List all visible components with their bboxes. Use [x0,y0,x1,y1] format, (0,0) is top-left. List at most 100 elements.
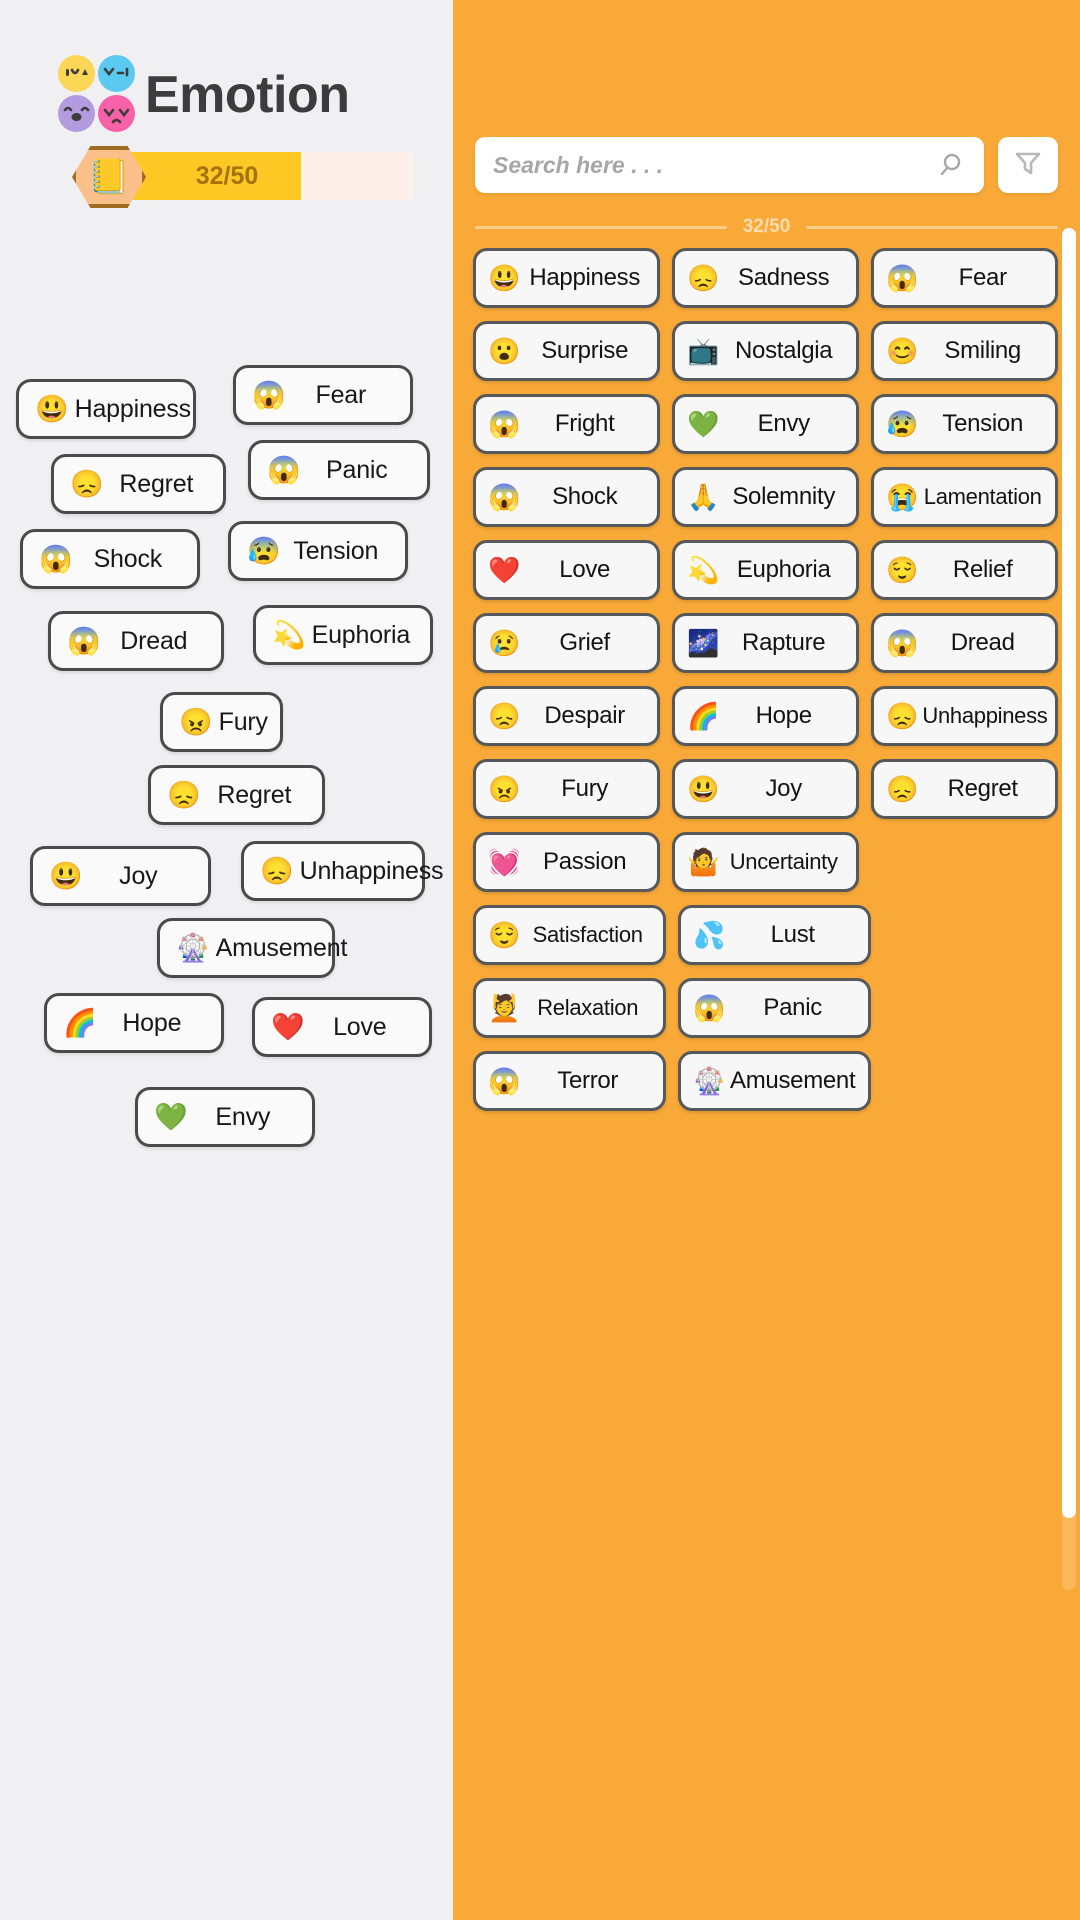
grid-emotion-card[interactable]: 😱 Dread [871,613,1058,673]
canvas-emotion-card[interactable]: 😱 Panic [248,440,430,500]
emotion-label: Joy [119,861,158,890]
scrollbar-thumb[interactable] [1062,228,1076,1518]
emotion-label: Satisfaction [532,922,643,947]
logo-face-purple-icon [58,95,95,132]
grid-emotion-card[interactable]: 💦 Lust [678,905,871,965]
canvas-emotion-card[interactable]: 😱 Shock [20,529,200,589]
grid-emotion-card[interactable]: 😞 Regret [871,759,1058,819]
emotion-emoji-icon: 😰 [247,535,281,566]
divider-line-right [806,225,1059,229]
grid-emotion-card[interactable]: 😊 Smiling [871,321,1058,381]
emotion-emoji-icon: 😠 [488,774,521,804]
emotion-label: Fury [561,775,609,802]
emotion-emoji-icon: 📺 [687,336,720,366]
app-brand: Emotion [58,55,350,132]
emotion-label: Envy [757,410,810,437]
grid-emotion-card[interactable]: 🌈 Hope [672,686,859,746]
emotion-emoji-icon: 😰 [886,409,919,439]
grid-emotion-card[interactable]: 😱 Fear [871,248,1058,308]
emotion-label: Rapture [742,629,826,656]
emotion-label: Regret [947,775,1019,802]
filter-button[interactable] [998,137,1058,193]
emotion-emoji-icon: 💫 [687,555,720,585]
grid-emotion-card[interactable]: 😞 Unhappiness [871,686,1058,746]
emotion-label: Panic [326,455,388,484]
search-row [475,137,1058,193]
emotion-label: Fright [554,410,615,437]
grid-emotion-card[interactable]: 🙏 Solemnity [672,467,859,527]
emotion-emoji-icon: 😃 [35,393,69,424]
grid-emotion-card[interactable]: 💫 Euphoria [672,540,859,600]
canvas-emotion-card[interactable]: 😱 Fear [233,365,413,425]
emotion-emoji-icon: 😞 [886,774,919,804]
grid-emotion-card[interactable]: 🤷 Uncertainty [672,832,859,892]
grid-emotion-card[interactable]: 😃 Joy [672,759,859,819]
emotion-emoji-icon: 😃 [687,774,720,804]
emotion-emoji-icon: 😃 [488,263,521,293]
grid-emotion-card[interactable]: 🌌 Rapture [672,613,859,673]
grid-emotion-card[interactable]: 😭 Lamentation [871,467,1058,527]
grid-emotion-card[interactable]: 😢 Grief [473,613,660,673]
emotion-label: Euphoria [736,556,831,583]
emotion-emoji-icon: 🌈 [687,701,720,731]
grid-emotion-card[interactable]: 😱 Fright [473,394,660,454]
canvas-emotion-card[interactable]: 😱 Dread [48,611,224,671]
grid-emotion-card[interactable]: 💚 Envy [672,394,859,454]
canvas-emotion-card[interactable]: ❤️ Love [252,997,432,1057]
canvas-emotion-card[interactable]: 🎡 Amusement [157,918,347,978]
emotion-emoji-icon: 💓 [488,847,521,877]
canvas-emotion-card[interactable]: 😞 Regret [148,765,325,825]
emotion-label: Tension [293,536,379,565]
grid-emotion-card[interactable]: 😌 Relief [871,540,1058,600]
logo-face-pink-icon [98,95,135,132]
grid-emotion-card[interactable]: 📺 Nostalgia [672,321,859,381]
emotion-label: Sadness [738,264,830,291]
emotion-emoji-icon: 😞 [886,701,919,731]
grid-emotion-card[interactable]: 😱 Shock [473,467,660,527]
canvas-emotion-card[interactable]: 💚 Envy [135,1087,315,1147]
emotion-label: Dread [120,626,188,655]
emotion-label: Passion [543,848,627,875]
grid-emotion-card[interactable]: 😠 Fury [473,759,660,819]
emotion-emoji-icon: 🙏 [687,482,720,512]
emotion-label: Love [559,556,611,583]
emotion-label: Shock [552,483,618,510]
grid-emotion-card[interactable]: 💓 Passion [473,832,660,892]
emotion-emoji-icon: 💫 [272,619,306,650]
grid-emotion-card[interactable]: 😌 Satisfaction [473,905,666,965]
search-input[interactable] [493,151,936,179]
canvas-emotion-card[interactable]: 😃 Happiness [16,379,196,439]
grid-emotion-card[interactable]: 💆 Relaxation [473,978,666,1038]
right-library-panel: 32/50 😃 Happiness 😞 Sadness 😱 Fear 😮 Surprise 📺 N… [453,0,1080,1920]
scrollbar[interactable] [1062,228,1076,1590]
grid-emotion-card[interactable]: 😞 Sadness [672,248,859,308]
grid-emotion-card[interactable]: 😱 Panic [678,978,871,1038]
canvas-emotion-card[interactable]: 💫 Euphoria [253,605,433,665]
emotion-emoji-icon: 💆 [488,993,521,1023]
emotion-emoji-icon: 💦 [693,920,726,950]
emotion-label: Happiness [529,264,641,291]
emotion-label: Fury [218,707,268,736]
grid-emotion-card[interactable]: 😃 Happiness [473,248,660,308]
emotion-label: Despair [544,702,625,729]
emotion-emoji-icon: 😱 [488,409,521,439]
progress-badge: 📒 [72,146,146,208]
grid-emotion-card[interactable]: 🎡 Amusement [678,1051,871,1111]
grid-emotion-card[interactable]: 😮 Surprise [473,321,660,381]
canvas-emotion-card[interactable]: 😞 Unhappiness [241,841,444,901]
search-box[interactable] [475,137,984,193]
grid-emotion-card[interactable]: ❤️ Love [473,540,660,600]
emotion-label: Shock [93,544,163,573]
grid-emotion-card[interactable]: 😱 Terror [473,1051,666,1111]
grid-emotion-card[interactable]: 😞 Despair [473,686,660,746]
search-icon[interactable] [936,150,966,180]
emotion-grid: 😃 Happiness 😞 Sadness 😱 Fear 😮 Surprise 📺 Nostalg… [473,248,1060,1111]
canvas-emotion-card[interactable]: 😠 Fury [160,692,283,752]
progress-track: 32/50 [100,152,414,200]
grid-emotion-card[interactable]: 😰 Tension [871,394,1058,454]
emotion-emoji-icon: 😱 [488,482,521,512]
canvas-emotion-card[interactable]: 🌈 Hope [44,993,224,1053]
canvas-emotion-card[interactable]: 😃 Joy [30,846,211,906]
canvas-emotion-card[interactable]: 😞 Regret [51,454,226,514]
canvas-emotion-card[interactable]: 😰 Tension [228,521,408,581]
